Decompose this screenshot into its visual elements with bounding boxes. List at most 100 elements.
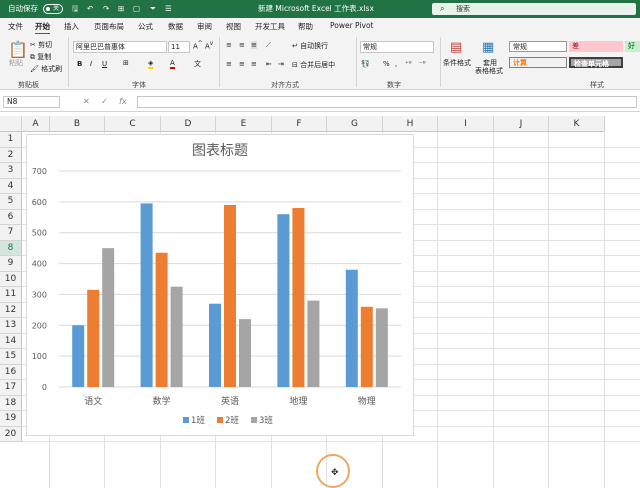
cancel-icon[interactable]: ✕ <box>83 97 90 106</box>
cut-button[interactable]: ✂ 剪切 <box>30 40 52 50</box>
row-header-9[interactable]: 9 <box>0 256 22 272</box>
increase-decimal-icon[interactable]: ⁺⁰ <box>405 60 412 68</box>
shrink-font-icon[interactable]: Av <box>205 41 213 50</box>
comma-icon[interactable]: , <box>395 60 397 68</box>
autosave-toggle[interactable]: 关 <box>43 4 63 14</box>
row-header-12[interactable]: 12 <box>0 302 22 318</box>
row-header-20[interactable]: 20 <box>0 426 22 442</box>
enter-icon[interactable]: ✓ <box>101 97 108 106</box>
fill-color-icon[interactable]: ◈ <box>148 59 154 69</box>
font-color-icon[interactable]: A <box>170 59 175 69</box>
column-header-h[interactable]: H <box>383 116 438 132</box>
row-header-11[interactable]: 11 <box>0 287 22 303</box>
chart-title[interactable]: 图表标题 <box>192 143 248 159</box>
orientation-icon[interactable]: ⟋ <box>266 41 271 50</box>
align-left-icon[interactable]: ≡ <box>226 60 232 68</box>
tab-insert[interactable]: 插入 <box>64 21 79 32</box>
currency-icon[interactable]: 💱 <box>361 60 370 68</box>
tab-view[interactable]: 视图 <box>226 21 241 32</box>
filter-icon[interactable]: ⏷ <box>150 0 156 18</box>
format-painter-button[interactable]: 🖌 格式刷 <box>30 64 62 74</box>
tab-help[interactable]: 帮助 <box>298 21 313 32</box>
formula-input[interactable] <box>137 96 637 108</box>
style-calculation[interactable]: 计算 <box>509 57 567 68</box>
select-all-corner[interactable] <box>0 116 22 132</box>
align-bottom-icon[interactable]: ≡ <box>251 41 257 49</box>
align-middle-icon[interactable]: ≡ <box>239 41 245 49</box>
phonetic-icon[interactable]: 文 <box>194 59 201 69</box>
tab-review[interactable]: 审阅 <box>197 21 212 32</box>
style-check-cell[interactable]: 检查单元格 <box>569 57 623 68</box>
row-header-7[interactable]: 7 <box>0 225 22 241</box>
border-icon[interactable]: ⊞ <box>123 59 129 67</box>
tab-file[interactable]: 文件 <box>8 21 23 32</box>
menu-icon[interactable]: ☰ <box>165 0 172 18</box>
redo-icon[interactable]: ↷ <box>103 0 109 18</box>
style-good[interactable]: 好 <box>625 41 640 52</box>
underline-button[interactable]: U <box>102 60 107 68</box>
italic-button[interactable]: I <box>90 60 92 68</box>
decrease-decimal-icon[interactable]: ⁻⁰ <box>419 60 426 68</box>
paste-icon[interactable]: 📋 <box>8 40 28 59</box>
align-center-icon[interactable]: ≡ <box>239 60 245 68</box>
name-box[interactable]: N8 <box>3 96 60 108</box>
conditional-format-button[interactable]: 条件格式 <box>443 58 471 68</box>
column-header-b[interactable]: B <box>50 116 105 132</box>
tab-formulas[interactable]: 公式 <box>138 21 153 32</box>
bold-button[interactable]: B <box>77 60 82 68</box>
chart[interactable]: 图表标题 0 100 200 300 400 500 600 700 语文 数学 英语 地理 物理 1班 2班… <box>26 134 414 436</box>
format-table-line2[interactable]: 表格格式 <box>475 66 503 76</box>
font-size-select[interactable]: 11 <box>168 41 190 53</box>
row-header-1[interactable]: 1 <box>0 132 22 148</box>
wrap-text-button[interactable]: ↵ 自动换行 <box>292 41 328 51</box>
font-name-select[interactable]: 阿里巴巴普惠体 <box>73 41 167 53</box>
row-header-15[interactable]: 15 <box>0 349 22 365</box>
save-icon[interactable]: 🖫 <box>72 0 78 18</box>
column-header-g[interactable]: G <box>327 116 383 132</box>
column-header-j[interactable]: J <box>494 116 549 132</box>
align-top-icon[interactable]: ≡ <box>226 41 232 49</box>
row-header-3[interactable]: 3 <box>0 163 22 179</box>
style-bad[interactable]: 差 <box>569 41 623 52</box>
copy-button[interactable]: ⧉ 复制 <box>30 52 51 62</box>
conditional-format-icon[interactable]: ▤ <box>450 40 462 55</box>
tab-data[interactable]: 数据 <box>168 21 183 32</box>
percent-icon[interactable]: % <box>383 60 390 68</box>
indent-icon[interactable]: ⇤ <box>266 60 272 68</box>
row-header-5[interactable]: 5 <box>0 194 22 210</box>
row-header-6[interactable]: 6 <box>0 209 22 225</box>
view-icon[interactable]: ▢ <box>133 0 140 18</box>
tab-home[interactable]: 开始 <box>35 21 50 35</box>
row-header-17[interactable]: 17 <box>0 380 22 396</box>
row-header-19[interactable]: 19 <box>0 411 22 427</box>
insert-function-icon[interactable]: fx <box>119 97 127 106</box>
row-header-16[interactable]: 16 <box>0 364 22 380</box>
undo-icon[interactable]: ↶ <box>87 0 93 18</box>
row-header-14[interactable]: 14 <box>0 333 22 349</box>
row-header-2[interactable]: 2 <box>0 147 22 163</box>
column-header-e[interactable]: E <box>216 116 272 132</box>
style-normal[interactable]: 常规 <box>509 41 567 52</box>
row-header-10[interactable]: 10 <box>0 271 22 287</box>
grow-font-icon[interactable]: A^ <box>193 41 203 50</box>
column-header-a[interactable]: A <box>22 116 50 132</box>
column-header-f[interactable]: F <box>272 116 327 132</box>
row-header-4[interactable]: 4 <box>0 178 22 194</box>
row-header-13[interactable]: 13 <box>0 318 22 334</box>
format-table-icon[interactable]: ▦ <box>482 40 494 55</box>
column-header-i[interactable]: I <box>438 116 494 132</box>
outdent-icon[interactable]: ⇥ <box>278 60 284 68</box>
paste-button[interactable]: 粘贴 <box>9 58 23 68</box>
column-header-c[interactable]: C <box>105 116 161 132</box>
merge-center-button[interactable]: ⊟ 合并后居中 <box>292 60 335 70</box>
tab-page-layout[interactable]: 页面布局 <box>94 21 124 32</box>
tab-developer[interactable]: 开发工具 <box>255 21 285 32</box>
column-header-k[interactable]: K <box>549 116 605 132</box>
row-header-18[interactable]: 18 <box>0 395 22 411</box>
row-header-8[interactable]: 8 <box>0 240 22 256</box>
align-right-icon[interactable]: ≡ <box>251 60 257 68</box>
tab-power-pivot[interactable]: Power Pivot <box>330 21 373 30</box>
table-icon[interactable]: ⊞ <box>118 0 124 18</box>
search-box[interactable]: ⌕ 搜索 <box>432 3 636 15</box>
column-header-d[interactable]: D <box>161 116 216 132</box>
